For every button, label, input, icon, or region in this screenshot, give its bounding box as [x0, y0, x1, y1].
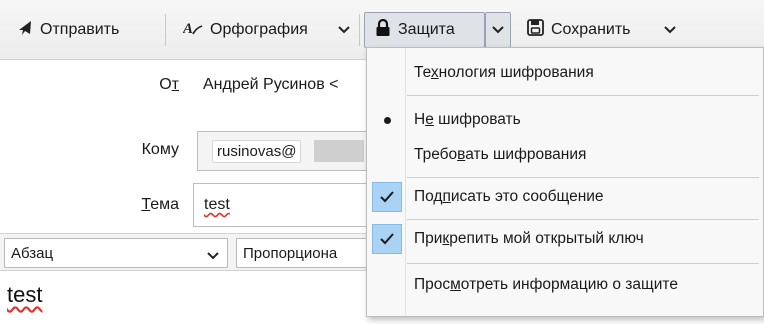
message-body[interactable]: test: [7, 282, 42, 308]
subject-label: Тема: [141, 196, 179, 213]
menu-item-sign-message[interactable]: Подписать это сообщение: [367, 178, 763, 216]
save-dropdown-button[interactable]: [657, 12, 683, 48]
font-select[interactable]: Пропорциона: [236, 238, 376, 268]
toolbar-separator: [165, 14, 166, 46]
lock-icon: [375, 18, 391, 42]
menu-separator: [407, 95, 759, 96]
menu-item-label: Требовать шифрования: [414, 146, 587, 163]
toolbar-separator: [359, 14, 360, 46]
security-dropdown-button[interactable]: [485, 12, 511, 48]
spelling-button[interactable]: A Орфография: [172, 12, 319, 48]
chevron-down-icon: [207, 247, 219, 264]
check-icon: [372, 224, 402, 254]
menu-item-encryption-technology[interactable]: Технология шифрования: [367, 54, 763, 92]
spelling-label: Орфография: [210, 21, 308, 38]
send-button[interactable]: Отправить: [6, 12, 130, 48]
menu-item-label: Подписать это сообщение: [414, 188, 604, 205]
chevron-down-icon: [492, 21, 504, 39]
check-icon: [372, 182, 402, 212]
recipient-pill[interactable]: rusinovas@: [212, 139, 302, 163]
chevron-down-icon: [664, 21, 676, 39]
menu-item-no-encryption[interactable]: Не шифровать: [367, 101, 763, 139]
menu-separator: [407, 263, 759, 264]
security-label: Защита: [398, 21, 455, 38]
save-icon: [527, 19, 544, 41]
redacted-area: [314, 140, 364, 162]
security-menu: Технология шифрования Не шифровать Требо…: [366, 47, 764, 317]
menu-item-label: Просмотреть информацию о защите: [414, 276, 678, 293]
to-label: Кому: [141, 141, 179, 158]
save-button[interactable]: Сохранить: [516, 12, 642, 48]
save-label: Сохранить: [551, 21, 631, 38]
security-button[interactable]: Защита: [364, 12, 485, 48]
menu-item-label: Технология шифрования: [414, 64, 594, 81]
paragraph-format-select[interactable]: Абзац: [4, 238, 228, 268]
paragraph-format-value: Абзац: [11, 244, 54, 262]
menu-item-require-encryption[interactable]: Требовать шифрования: [367, 136, 763, 174]
spelling-dropdown-button[interactable]: [331, 12, 357, 48]
from-value[interactable]: Андрей Русинов <: [203, 76, 338, 94]
menu-item-label: Не шифровать: [414, 111, 521, 128]
menu-item-attach-public-key[interactable]: Прикрепить мой открытый ключ: [367, 220, 763, 258]
subject-value: test: [204, 196, 230, 213]
message-body-text: test: [7, 282, 43, 307]
send-label: Отправить: [40, 21, 120, 38]
radio-dot-icon: [372, 105, 402, 135]
chevron-down-icon: [338, 21, 350, 39]
from-label: От: [159, 76, 179, 93]
menu-item-label: Прикрепить мой открытый ключ: [414, 230, 644, 247]
svg-text:A: A: [183, 21, 193, 37]
spelling-icon: A: [182, 19, 203, 42]
send-icon: [17, 20, 33, 41]
font-value: Пропорциона: [243, 244, 338, 262]
menu-item-view-security-info[interactable]: Просмотреть информацию о защите: [367, 266, 763, 304]
